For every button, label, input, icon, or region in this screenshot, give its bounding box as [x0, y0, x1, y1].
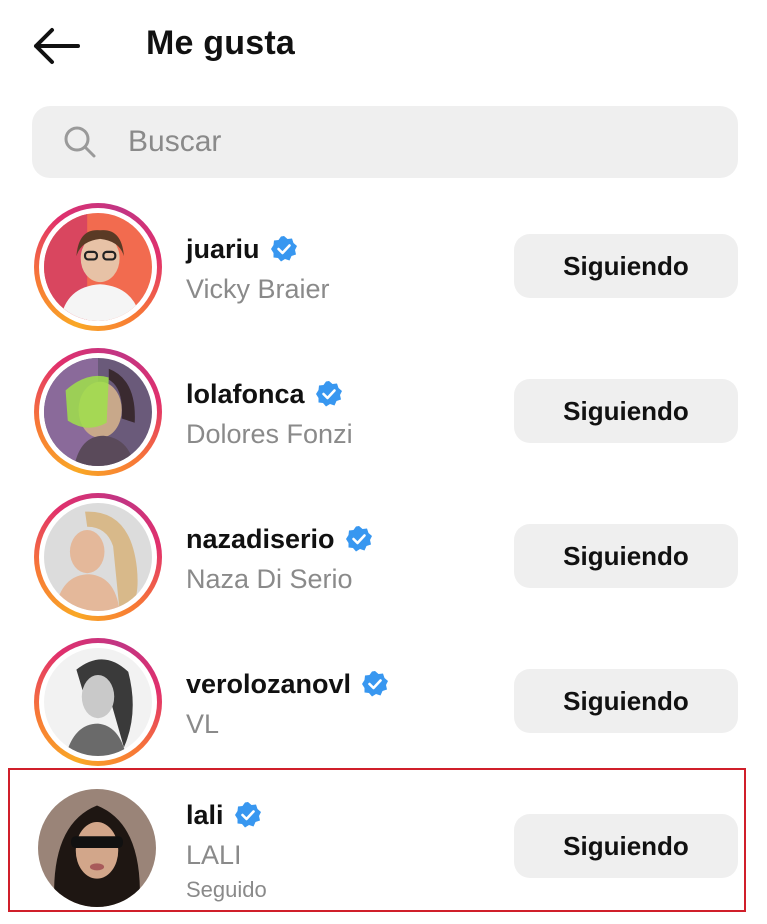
avatar: [44, 648, 152, 756]
back-button[interactable]: [30, 26, 82, 66]
following-button[interactable]: Siguiendo: [514, 814, 738, 878]
search-input[interactable]: [128, 106, 718, 178]
full-name: Naza Di Serio: [186, 564, 353, 594]
full-name: LALI: [186, 840, 242, 870]
username[interactable]: verolozanovl: [186, 667, 389, 701]
following-button[interactable]: Siguiendo: [514, 234, 738, 298]
user-names: lolafonca Dolores Fonzi: [186, 377, 353, 450]
verified-badge-icon: [345, 526, 372, 552]
list-item[interactable]: lolafonca Dolores Fonzi Siguiendo: [0, 341, 767, 481]
avatar: [44, 213, 152, 321]
full-name: Dolores Fonzi: [186, 419, 353, 449]
list-item[interactable]: nazadiserio Naza Di Serio Siguiendo: [0, 486, 767, 626]
username-text[interactable]: lolafonca: [186, 379, 305, 410]
avatar: [44, 358, 152, 466]
username-text[interactable]: nazadiserio: [186, 524, 335, 555]
search-bar[interactable]: [32, 106, 738, 178]
following-button[interactable]: Siguiendo: [514, 379, 738, 443]
story-ring[interactable]: [34, 638, 162, 766]
username-text[interactable]: juariu: [186, 234, 260, 265]
avatar[interactable]: [38, 789, 156, 907]
followed-status: Seguido: [186, 877, 267, 902]
list-item[interactable]: lali LALI Seguido Siguiendo: [0, 776, 767, 916]
verified-badge-icon: [270, 236, 297, 262]
username-text[interactable]: lali: [186, 800, 224, 831]
following-button[interactable]: Siguiendo: [514, 524, 738, 588]
page-title: Me gusta: [146, 24, 295, 62]
username[interactable]: lali: [186, 798, 267, 832]
following-button[interactable]: Siguiendo: [514, 669, 738, 733]
header: Me gusta: [0, 0, 767, 96]
username[interactable]: nazadiserio: [186, 522, 373, 556]
user-names: verolozanovl VL: [186, 667, 389, 740]
story-ring[interactable]: [34, 203, 162, 331]
story-ring[interactable]: [34, 493, 162, 621]
list-item[interactable]: verolozanovl VL Siguiendo: [0, 631, 767, 771]
avatar: [44, 503, 152, 611]
user-names: nazadiserio Naza Di Serio: [186, 522, 373, 595]
search-icon: [64, 126, 96, 158]
full-name: VL: [186, 709, 220, 739]
full-name: Vicky Braier: [186, 274, 330, 304]
verified-badge-icon: [315, 381, 342, 407]
username[interactable]: juariu: [186, 232, 330, 266]
verified-badge-icon: [362, 671, 389, 697]
verified-badge-icon: [234, 802, 261, 828]
username-text[interactable]: verolozanovl: [186, 669, 351, 700]
arrow-left-icon: [34, 28, 80, 64]
username[interactable]: lolafonca: [186, 377, 353, 411]
user-names: juariu Vicky Braier: [186, 232, 330, 305]
story-ring[interactable]: [34, 348, 162, 476]
user-names: lali LALI Seguido: [186, 798, 267, 903]
list-item[interactable]: juariu Vicky Braier Siguiendo: [0, 196, 767, 336]
